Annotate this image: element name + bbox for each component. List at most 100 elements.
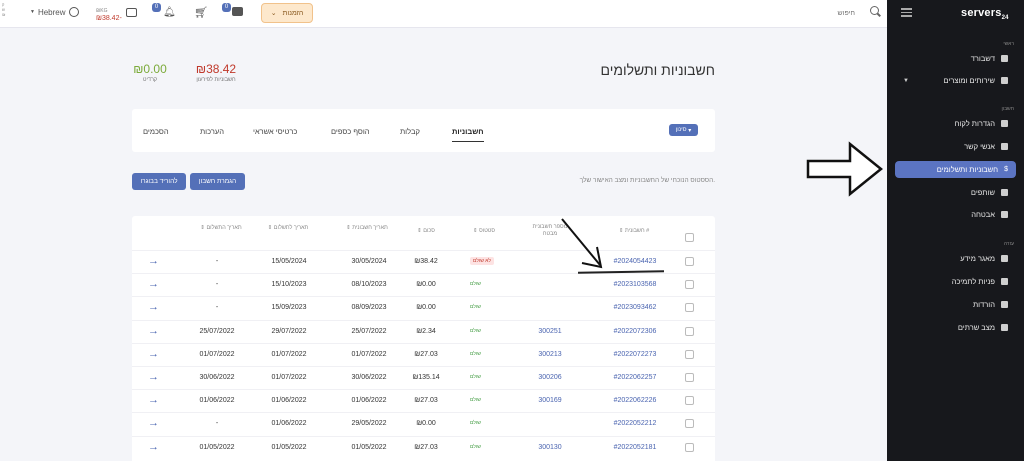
- row-checkbox[interactable]: [685, 326, 694, 336]
- arrow-right-icon[interactable]: →: [148, 417, 159, 429]
- arrow-right-icon[interactable]: →: [148, 348, 159, 360]
- invoice-number-link[interactable]: #2023103568: [592, 281, 678, 288]
- create-invoice-button[interactable]: הגמרת חשבון: [190, 173, 245, 190]
- row-checkbox[interactable]: [685, 349, 694, 359]
- dollar-icon: $: [1004, 166, 1008, 173]
- column-header-invoice-date[interactable]: ⇕ תאריך חשבונית: [344, 225, 390, 232]
- arrow-right-icon[interactable]: →: [148, 394, 159, 406]
- cart-icon[interactable]: 🛒︎: [194, 6, 208, 19]
- chat-icon[interactable]: [232, 7, 243, 16]
- contacts-icon: [1001, 143, 1008, 150]
- status-badge: שולם: [470, 397, 481, 404]
- invoice-number-link[interactable]: #2022062226: [592, 397, 678, 404]
- table-row[interactable]: #2023093462 ₪0.00 08/09/2023 15/09/2023 - שול…: [132, 296, 715, 319]
- globe-icon: [68, 7, 79, 17]
- invoice-number-link[interactable]: #2022052212: [592, 420, 678, 427]
- ref-number[interactable]: 300213: [528, 351, 572, 358]
- credit-balance: ₪0.00 קרדיט: [130, 62, 170, 83]
- chevron-down-icon: ⌄: [270, 10, 277, 17]
- language-label: Hebrew: [37, 7, 66, 17]
- logo[interactable]: servers24: [961, 7, 1009, 21]
- tab-quotes[interactable]: הערכות: [200, 127, 224, 136]
- row-checkbox[interactable]: [685, 303, 694, 313]
- download-all-button[interactable]: להוריד בבוגרו: [132, 173, 186, 190]
- column-header-total[interactable]: ⇕ סכום: [406, 228, 446, 235]
- table-row[interactable]: #2022052181 300130 ₪27.03 01/05/2022 01/05/2…: [132, 435, 715, 459]
- section-label-main: ראשי: [1003, 41, 1014, 47]
- invoice-number-link[interactable]: #2023093462: [592, 304, 678, 311]
- sidebar-item-label: פניות לתמיכה: [951, 277, 995, 286]
- due-date: 01/05/2022: [271, 443, 307, 451]
- invoice-number-link[interactable]: #2022052181: [592, 444, 678, 451]
- invoice-number-link[interactable]: #2022072273: [592, 351, 678, 358]
- bell-icon[interactable]: 🔔︎: [163, 7, 176, 18]
- ref-number[interactable]: 300130: [528, 444, 572, 451]
- tab-invoices[interactable]: חשבוניות: [452, 127, 484, 142]
- wallet-icon[interactable]: [126, 8, 137, 17]
- ref-number[interactable]: 300206: [528, 374, 572, 381]
- row-checkbox[interactable]: [685, 257, 694, 266]
- ref-number[interactable]: 300169: [528, 397, 572, 404]
- sidebar-item-invoices[interactable]: חשבוניות ותשלומים $: [895, 161, 1016, 178]
- language-selector[interactable]: ▼ Hebrew: [30, 7, 79, 17]
- tab-agreements[interactable]: הסכמים: [143, 127, 169, 136]
- table-row[interactable]: #2022072273 300213 ₪27.03 01/07/2022 01/07/2…: [132, 342, 715, 366]
- sidebar-item-downloads[interactable]: הורדות: [895, 296, 1016, 313]
- wallet-balance[interactable]: ₪KG ₪38.42-: [96, 8, 122, 22]
- select-all-checkbox[interactable]: [685, 233, 694, 242]
- row-checkbox[interactable]: [685, 442, 694, 452]
- sidebar-item-support[interactable]: פניות לתמיכה: [895, 273, 1016, 290]
- arrow-right-icon[interactable]: →: [148, 301, 159, 313]
- table-row[interactable]: #2022062257 300206 ₪135.14 30/06/2022 01/07/…: [132, 366, 715, 389]
- header-label: תאריך התשלום: [206, 225, 242, 231]
- arrow-right-icon[interactable]: →: [148, 371, 159, 383]
- arrow-right-icon[interactable]: →: [148, 278, 159, 290]
- arrow-right-icon[interactable]: →: [148, 441, 159, 453]
- sidebar-item-dashboard[interactable]: דשבורד: [895, 50, 1016, 67]
- sidebar-item-knowledgebase[interactable]: מאגר מידע: [895, 250, 1016, 267]
- arrow-right-icon[interactable]: →: [148, 325, 159, 337]
- search-icon[interactable]: [870, 6, 879, 15]
- table-row[interactable]: #2023103568 ₪0.00 08/10/2023 15/10/2023 - שול…: [132, 273, 715, 296]
- row-checkbox[interactable]: [685, 419, 694, 429]
- tab-receipts[interactable]: קבלות: [400, 127, 420, 136]
- due-date: 01/06/2022: [271, 397, 307, 405]
- tab-credit-cards[interactable]: כרטיסי אשראי: [253, 127, 297, 136]
- paid-date: 01/06/2022: [199, 397, 235, 405]
- orders-button[interactable]: ⌄ הזמנות: [261, 3, 313, 23]
- table-row[interactable]: #2022052212 ₪0.00 29/05/2022 01/06/2022 - שול…: [132, 412, 715, 435]
- invoice-number-link[interactable]: #2022072306: [592, 328, 678, 335]
- table-row[interactable]: #2024054423 ₪38.42 30/05/2024 15/05/2024- לא…: [132, 250, 715, 273]
- sidebar-item-affiliates[interactable]: שותפים: [895, 184, 1016, 201]
- ref-number[interactable]: 300251: [528, 328, 572, 335]
- sidebar-item-contacts[interactable]: אנשי קשר: [895, 138, 1016, 155]
- invoice-number-link[interactable]: #2022062257: [592, 374, 678, 381]
- page-description: הססטוס הנוכחי של החשבוניות ומצב האישור ש…: [579, 177, 715, 184]
- column-header-status[interactable]: ⇕ סטטוס: [464, 228, 504, 235]
- table-row[interactable]: #2022062226 300169 ₪27.03 01/06/2022 01/06/2…: [132, 389, 715, 412]
- status-badge: שולם: [470, 304, 481, 311]
- row-checkbox[interactable]: [685, 396, 694, 406]
- balance-due: ₪38.42 חשבוניות לפירעון: [190, 62, 242, 83]
- hamburger-menu-icon[interactable]: [901, 8, 912, 19]
- search-input[interactable]: [600, 5, 855, 21]
- wallet-currency: ₪KG: [96, 8, 108, 14]
- sidebar-item-label: שירותים ומוצרים: [943, 76, 995, 85]
- sidebar-item-security[interactable]: אבטחה: [895, 206, 1016, 223]
- column-header-paid-date[interactable]: ⇕ תאריך התשלום: [198, 225, 244, 232]
- header-label: תאריך לתשלום: [273, 225, 309, 231]
- column-header-invoice[interactable]: ⇕ חשבונית #: [614, 228, 654, 235]
- tab-add-funds[interactable]: הוסף כספים: [331, 127, 370, 136]
- invoices-table: ⇕ חשבונית # מספר חשבונית מבטח ⇕ סטטוס ⇕ …: [132, 216, 715, 461]
- filter-button[interactable]: סינון ▾: [669, 124, 698, 136]
- column-header-due-date[interactable]: ⇕ תאריך לתשלום: [264, 225, 312, 232]
- ticket-icon: [1001, 278, 1008, 285]
- sidebar-item-server-status[interactable]: מצב שרתים: [895, 319, 1016, 336]
- sidebar-item-services[interactable]: ▼ שירותים ומוצרים: [895, 72, 1016, 89]
- arrow-right-icon[interactable]: →: [148, 255, 159, 267]
- folder-icon: [1001, 255, 1008, 262]
- row-checkbox[interactable]: [685, 373, 694, 382]
- row-checkbox[interactable]: [685, 280, 694, 290]
- table-row[interactable]: #2022072306 300251 ₪2.34 25/07/2022 29/07/20…: [132, 319, 715, 343]
- sidebar-item-client-settings[interactable]: הגדרות לקוח: [895, 115, 1016, 132]
